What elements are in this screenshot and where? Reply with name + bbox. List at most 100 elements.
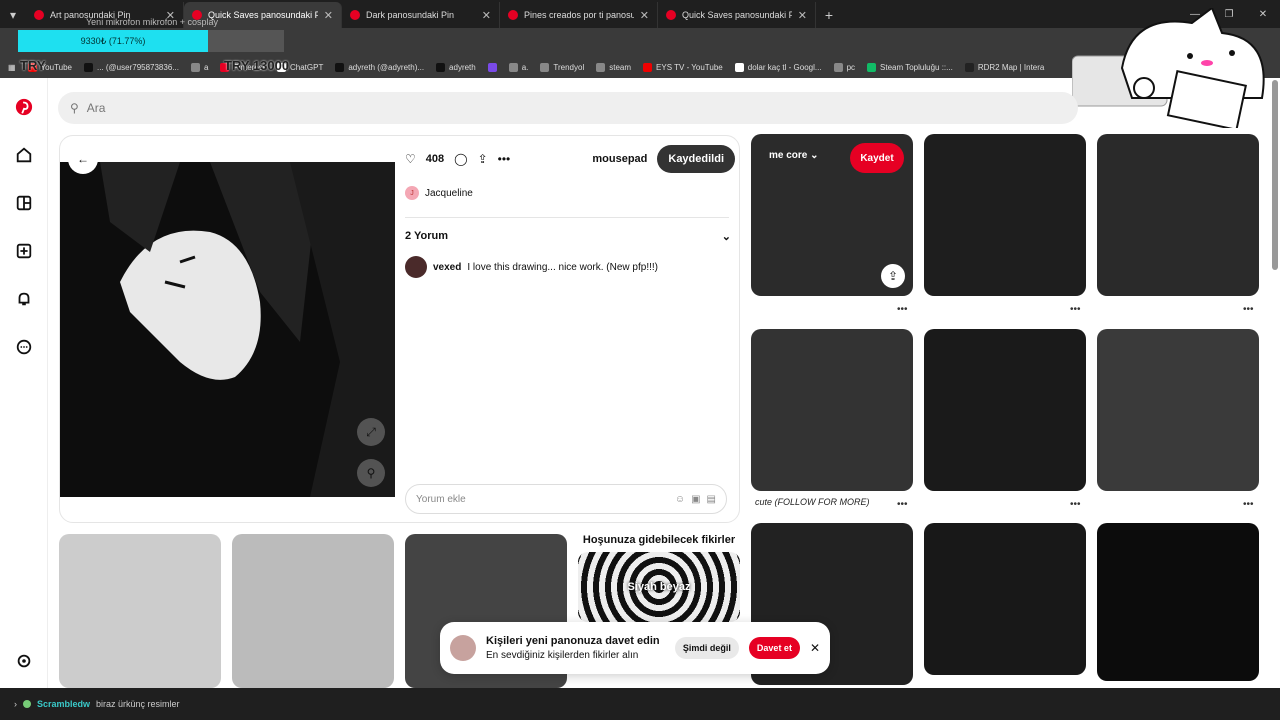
tab-3[interactable]: Dark panosundaki Pin ✕ [342,2,500,28]
close-icon[interactable]: ✕ [482,9,491,22]
tab-5[interactable]: Quick Saves panosundaki Pin ✕ [658,2,816,28]
comment-input[interactable]: Yorum ekle ☺ ▣ ▤ [405,484,727,514]
donation-progress-remaining [208,30,284,52]
avatar[interactable] [405,256,427,278]
tab-menu-button[interactable]: ▾ [0,2,26,28]
more-options-icon[interactable]: ••• [498,152,511,166]
bookmark[interactable]: pc [833,62,855,72]
expand-icon[interactable]: ⤢ [357,418,385,446]
overlay-currency-left: TRY [20,58,46,73]
bookmark[interactable]: dolar kaç tl - Googl... [734,62,822,72]
search-input[interactable]: ⚲ Ara [58,92,1078,124]
share-icon[interactable]: ⇪ [881,264,905,288]
comment-user[interactable]: vexed [433,262,461,273]
image-icon[interactable]: ▤ [707,494,716,505]
pinterest-icon [350,10,360,20]
bookmark[interactable]: steam [596,62,631,72]
pin-detail-card: ⤢ ⚲ ← ♡ 408 ◯ ⇪ ••• mousepad Kaydedildi … [59,135,740,523]
invite-toast: Kişileri yeni panonuza davet edin En sev… [440,622,830,674]
bookmark[interactable]: EYS TV - YouTube [643,62,723,72]
board-dropdown[interactable]: me core ⌄ [769,150,819,161]
chat-username: Scrambledw [37,699,91,709]
more-options-icon[interactable]: ••• [897,499,908,510]
idea-card-label: Siyah beyaz [627,581,691,593]
visual-search-icon[interactable]: ⚲ [357,459,385,487]
tab-title: Quick Saves panosundaki Pin [208,10,318,20]
home-icon[interactable] [14,145,34,165]
explore-icon[interactable] [14,193,34,213]
idea-card[interactable]: Siyah beyaz [578,552,740,622]
close-icon[interactable]: ✕ [810,641,820,655]
close-icon[interactable]: ✕ [798,9,807,22]
related-pin[interactable] [59,534,221,688]
scrollbar[interactable] [1272,80,1278,270]
close-icon[interactable]: ✕ [640,9,649,22]
bookmark[interactable]: Steam Topluluğu ::... [867,62,953,72]
comments-header[interactable]: 2 Yorum ⌄ [405,230,731,243]
notifications-icon[interactable] [14,289,34,309]
tab-title: Pines creados por ti panosunda [524,10,634,20]
more-options-icon[interactable]: ••• [1070,304,1081,315]
grid-pin[interactable] [1097,523,1259,681]
apps-icon[interactable]: ▦ [8,63,16,72]
more-options-icon[interactable]: ••• [1070,499,1081,510]
bookmark[interactable]: Trendyol [540,62,584,72]
grid-pin[interactable] [924,134,1086,296]
new-tab-button[interactable]: + [816,2,842,28]
related-pin[interactable] [232,534,394,688]
more-options-icon[interactable]: ••• [1243,304,1254,315]
invite-subtitle: En sevdiğiniz kişilerden fikirler alın [486,650,639,661]
settings-icon[interactable] [14,651,34,671]
overlay-faded-text: Yeni mikrofon mikrofon + cosplay [86,17,218,27]
pin-image[interactable]: ⤢ ⚲ [60,162,395,497]
close-icon[interactable]: ✕ [324,9,333,22]
invite-title: Kişileri yeni panonuza davet edin [486,635,660,647]
avatar: J [405,186,419,200]
heart-icon[interactable]: ♡ [405,152,416,166]
comment-icon[interactable]: ◯ [454,152,467,166]
ideas-title: Hoşunuza gidebilecek fikirler [582,534,736,546]
tab-4[interactable]: Pines creados por ti panosunda ✕ [500,2,658,28]
search-placeholder: Ara [86,101,106,115]
saved-button[interactable]: Kaydedildi [657,145,735,173]
bookmark[interactable]: adyreth (@adyreth)... [335,62,424,72]
board-select[interactable]: mousepad [592,153,647,165]
not-now-button[interactable]: Şimdi değil [674,637,739,659]
bookmark[interactable]: ... (@user795873836... [84,62,179,72]
grid-pin[interactable] [924,523,1086,675]
divider [405,217,729,218]
bookmark[interactable]: adyreth [436,62,476,72]
pinterest-logo-icon[interactable] [14,97,34,117]
grid-pin[interactable] [924,329,1086,491]
grid-pin[interactable] [1097,329,1259,491]
sidebar [0,78,48,688]
bookmark[interactable]: a. [508,62,528,72]
chat-bar: › Scrambledw biraz ürkünç resimler [0,688,1280,720]
grid-pin[interactable] [1097,134,1259,296]
create-icon[interactable] [14,241,34,261]
sticker-icon[interactable]: ▣ [691,494,700,505]
more-options-icon[interactable]: ••• [897,304,908,315]
bookmark[interactable]: a [190,62,208,72]
pinterest-icon [666,10,676,20]
cat-mascot-overlay [1072,8,1265,128]
invite-button[interactable]: Davet et [748,637,800,659]
emoji-icon[interactable]: ☺ [675,494,685,505]
save-button[interactable]: Kaydet [850,143,904,173]
chevron-down-icon[interactable]: ⌄ [722,230,731,243]
pin-author[interactable]: J Jacqueline [405,186,473,200]
grid-pin[interactable] [751,329,913,491]
bookmark[interactable]: RDR2 Map | Intera [964,62,1044,72]
pin-actions: ♡ 408 ◯ ⇪ ••• mousepad Kaydedildi [405,145,735,173]
share-icon[interactable]: ⇪ [478,152,488,166]
messages-icon[interactable] [14,337,34,357]
back-button[interactable]: ← [68,144,98,174]
search-icon: ⚲ [70,101,79,115]
comment-text: I love this drawing... nice work. (New p… [467,261,658,273]
comments-count: 2 Yorum [405,230,448,242]
back-arrow-icon: ← [77,152,89,166]
more-options-icon[interactable]: ••• [1243,499,1254,510]
comment: vexed I love this drawing... nice work. … [405,256,658,278]
chevron-right-icon: › [14,699,17,709]
bookmark[interactable] [487,62,497,72]
